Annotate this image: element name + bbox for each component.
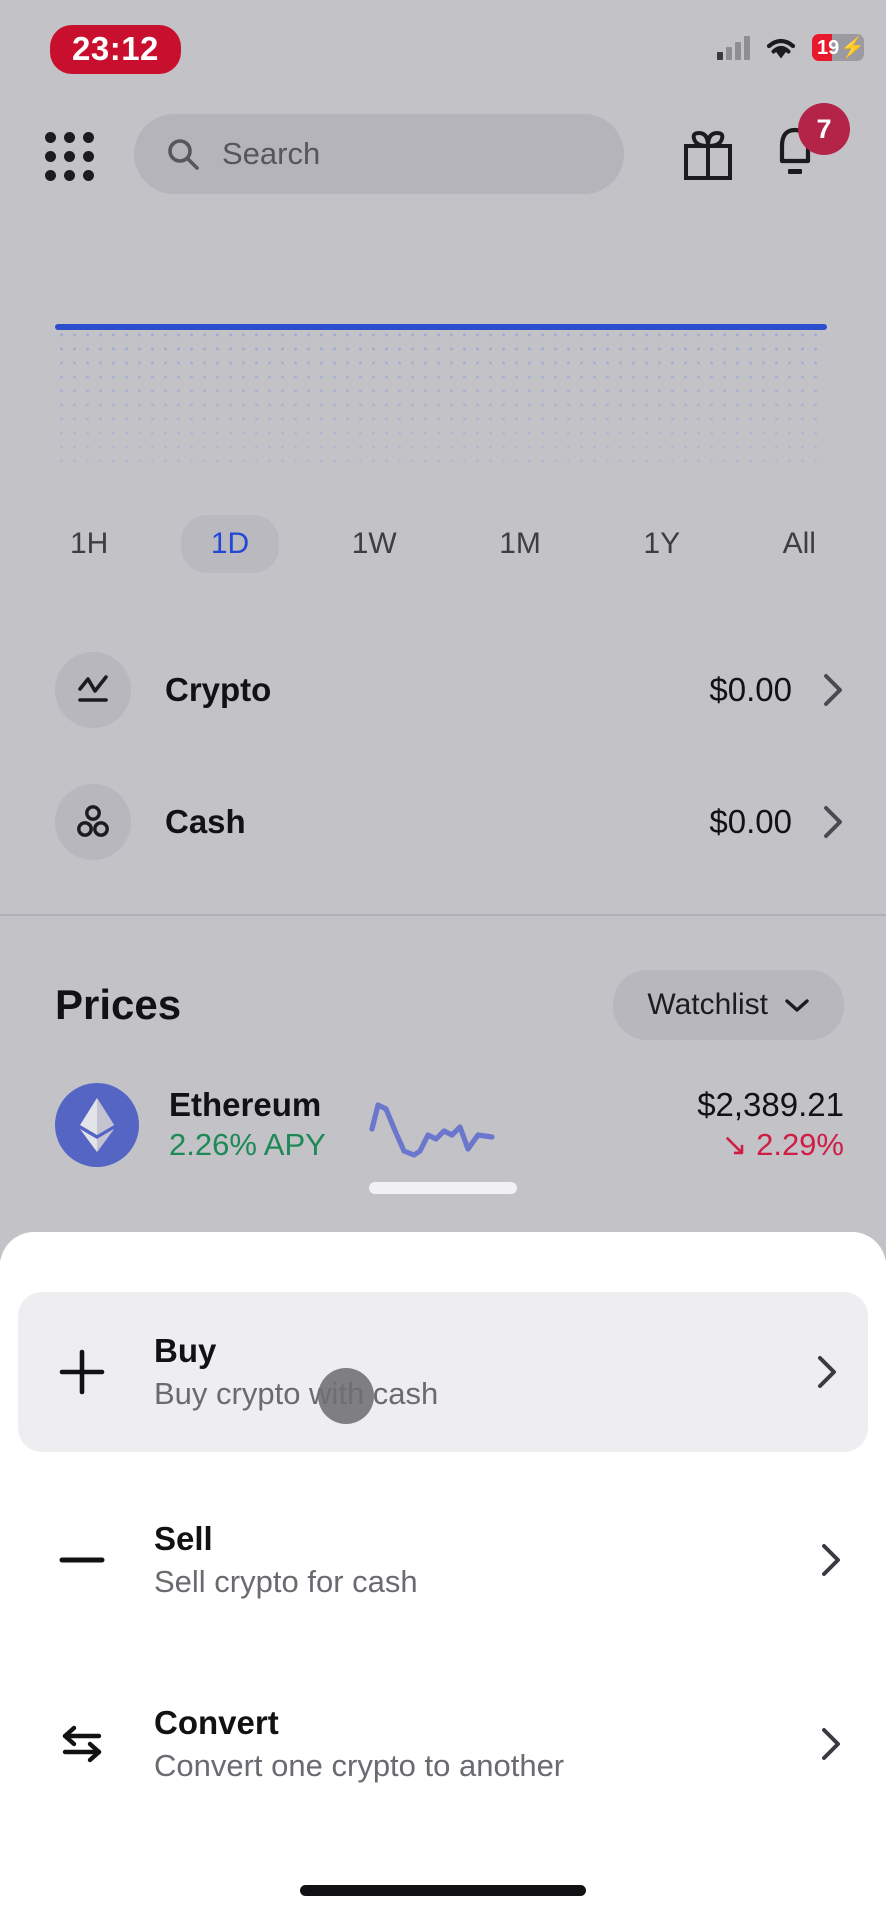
sheet-option-subtitle: Buy crypto with cash [154,1375,439,1411]
asset-text-block: Ethereum 2.26% APY [169,1084,326,1166]
asset-apy: 2.26% APY [169,1127,326,1163]
account-value-crypto: $0.00 [709,671,792,708]
sheet-option-title: Convert [154,1703,279,1741]
search-input[interactable]: Search [134,114,624,194]
range-tab-1h[interactable]: 1H [40,515,138,573]
home-indicator [300,1885,586,1896]
chevron-right-icon [818,1356,836,1388]
plus-icon [50,1345,114,1399]
asset-row-ethereum[interactable]: Ethereum 2.26% APY $2,389.21 ↘ 2.29% [0,1065,886,1185]
chevron-right-icon [822,1728,840,1760]
account-label-crypto: Crypto [165,671,272,708]
apps-grid-icon[interactable] [36,123,98,185]
time-range-tabs: 1H 1D 1W 1M 1Y All [40,505,846,583]
chevron-right-icon [824,674,842,706]
watchlist-label: Watchlist [647,988,768,1021]
account-value-cash: $0.00 [709,803,792,840]
sheet-option-convert[interactable]: Convert Convert one crypto to another [0,1664,886,1824]
status-time: 23:12 [50,25,181,74]
cellular-signal-icon [717,35,750,60]
account-label-cash: Cash [165,803,246,840]
touch-pointer-indicator [318,1368,374,1424]
phone-screen: 23:12 19 ⚡ Search 7 1H 1D 1W 1M 1Y All C… [0,0,886,1920]
sheet-option-text: Sell Sell crypto for cash [154,1518,418,1603]
status-bar: 23:12 19 ⚡ [0,0,886,84]
account-row-cash[interactable]: Cash $0.00 [0,767,886,877]
chart-dotted-fill [55,328,827,468]
asset-sparkline [369,1102,495,1158]
sheet-option-subtitle: Sell crypto for cash [154,1563,418,1599]
sheet-option-title: Buy [154,1331,217,1369]
notifications-button[interactable]: 7 [772,103,850,185]
battery-percent-label: 19 [817,36,840,59]
search-icon [168,139,199,170]
watchlist-filter-button[interactable]: Watchlist [613,970,844,1040]
sheet-option-sell[interactable]: Sell Sell crypto for cash [0,1480,886,1640]
prices-section-header: Prices Watchlist [0,955,886,1055]
range-tab-1w[interactable]: 1W [322,515,427,573]
sheet-option-subtitle: Convert one crypto to another [154,1747,565,1783]
sheet-option-text: Buy Buy crypto with cash [154,1330,438,1415]
minus-icon [50,1533,114,1587]
chevron-right-icon [824,806,842,838]
gift-icon[interactable] [682,127,734,181]
asset-change: ↘ 2.29% [721,1127,845,1163]
page-title: Prices [55,981,182,1028]
bottom-sheet-drag-handle[interactable] [369,1182,517,1194]
ethereum-logo [55,1083,139,1167]
sheet-option-text: Convert Convert one crypto to another [154,1702,564,1787]
top-navigation-bar: Search 7 [0,103,886,210]
sheet-option-title: Sell [154,1519,213,1557]
search-placeholder: Search [222,136,321,171]
chevron-right-icon [822,1544,840,1576]
status-indicators: 19 ⚡ [717,34,864,61]
range-tab-all[interactable]: All [753,515,846,573]
range-tab-1m[interactable]: 1M [469,515,571,573]
battery-icon: 19 ⚡ [812,34,864,61]
account-row-crypto[interactable]: Crypto $0.00 [0,635,886,745]
range-tab-1y[interactable]: 1Y [613,515,710,573]
coins-icon [55,784,131,860]
asset-price: $2,389.21 [697,1086,844,1124]
charging-bolt-icon: ⚡ [840,37,864,59]
wifi-icon [766,38,796,59]
sheet-option-buy[interactable]: Buy Buy crypto with cash [18,1292,868,1452]
asset-name: Ethereum [169,1086,322,1124]
swap-arrows-icon [50,1717,114,1771]
range-tab-1d[interactable]: 1D [180,515,280,573]
asset-price-block: $2,389.21 ↘ 2.29% [697,1084,844,1166]
action-bottom-sheet: Buy Buy crypto with cash Sell Sell crypt… [0,1232,886,1920]
notification-badge: 7 [798,103,850,155]
section-divider [0,914,886,916]
chevron-down-icon [785,999,809,1012]
portfolio-balance-chart[interactable] [55,318,827,468]
chart-line [55,324,827,330]
line-chart-icon [55,652,131,728]
